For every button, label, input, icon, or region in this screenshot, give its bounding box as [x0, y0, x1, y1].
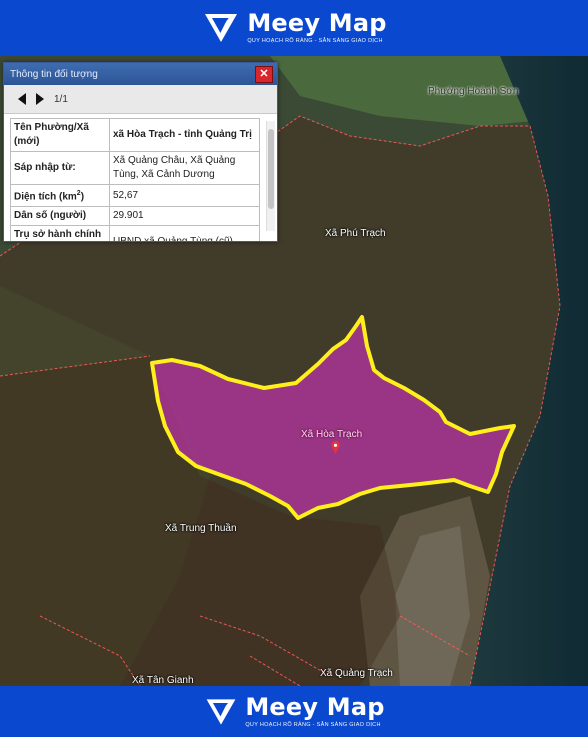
meey-logo-icon: [206, 698, 236, 725]
brand-name: Meey Map: [245, 692, 385, 721]
attr-key: Trụ sở hành chính (mới): [10, 225, 110, 241]
panel-pager: 1/1: [4, 85, 277, 114]
place-label-phu-trach: Xã Phú Trạch: [325, 228, 386, 239]
attribute-table: Tên Phường/Xã (mới) xã Hòa Trạch - tỉnh …: [10, 118, 260, 241]
attr-key: Dân số (người): [10, 206, 110, 227]
next-arrow-icon[interactable]: [36, 93, 44, 105]
panel-title: Thông tin đối tượng: [10, 68, 98, 80]
place-label-quang-trach: Xã Quảng Trạch: [320, 668, 393, 679]
attr-value: xã Hòa Trạch - tỉnh Quảng Trị: [109, 118, 260, 152]
brand-name: Meey Map: [247, 9, 387, 38]
table-row: Trụ sở hành chính (mới) UBND xã Quảng Tù…: [10, 225, 260, 241]
attr-key: Diện tích (km2): [10, 183, 110, 208]
close-icon: ✕: [259, 68, 269, 80]
attr-key-end: ): [80, 191, 85, 203]
meey-logo-icon: [205, 14, 238, 42]
panel-scrollbar[interactable]: [266, 121, 275, 231]
bottom-banner: Meey Map QUY HOẠCH RÕ RÀNG - SẴN SÀNG GI…: [0, 686, 588, 737]
attr-value: 29.901: [109, 206, 260, 227]
place-label-tan-gianh: Xã Tân Gianh: [132, 675, 194, 686]
table-row: Tên Phường/Xã (mới) xã Hòa Trạch - tỉnh …: [10, 118, 260, 152]
attr-key: Tên Phường/Xã (mới): [10, 118, 110, 152]
brand-tagline: QUY HOẠCH RÕ RÀNG - SẴN SÀNG GIAO DỊCH: [245, 721, 381, 728]
brand-tagline: QUY HOẠCH RÕ RÀNG - SẴN SÀNG GIAO DỊCH: [247, 38, 383, 45]
attr-value: Xã Quảng Châu, Xã Quảng Tùng, Xã Cảnh Dư…: [109, 151, 260, 185]
table-row: Diện tích (km2) 52,67: [10, 183, 260, 208]
scrollbar-thumb[interactable]: [268, 129, 274, 209]
prev-arrow-icon[interactable]: [18, 93, 26, 105]
table-row: Dân số (người) 29.901: [10, 206, 260, 227]
panel-body[interactable]: Tên Phường/Xã (mới) xã Hòa Trạch - tỉnh …: [4, 115, 277, 241]
panel-header: Thông tin đối tượng ✕: [4, 63, 277, 85]
brand-logo: Meey Map QUY HOẠCH RÕ RÀNG - SẴN SÀNG GI…: [201, 8, 386, 48]
place-label-hoanh-son: Phường Hoành Sơn: [428, 86, 519, 97]
feature-info-panel: Thông tin đối tượng ✕ 1/1 Tên Phường/Xã …: [3, 62, 278, 242]
table-row: Sáp nhập từ: Xã Quảng Châu, Xã Quảng Tùn…: [10, 151, 260, 185]
attr-key: Sáp nhập từ:: [10, 151, 110, 185]
close-button[interactable]: ✕: [255, 66, 273, 83]
pager-count: 1/1: [54, 93, 68, 105]
attr-value: UBND xã Quảng Tùng (cũ): [109, 225, 260, 241]
brand-logo-bottom: Meey Map QUY HOẠCH RÕ RÀNG - SẴN SÀNG GI…: [203, 694, 384, 730]
location-pin-icon[interactable]: [331, 441, 340, 454]
attr-key-main: Diện tích (km: [14, 191, 77, 203]
attr-value: 52,67: [109, 183, 260, 208]
place-label-trung-thuan: Xã Trung Thuần: [165, 523, 237, 534]
place-label-hoa-trach: Xã Hòa Trạch: [301, 429, 363, 440]
top-banner: Meey Map QUY HOẠCH RÕ RÀNG - SẴN SÀNG GI…: [0, 0, 588, 56]
